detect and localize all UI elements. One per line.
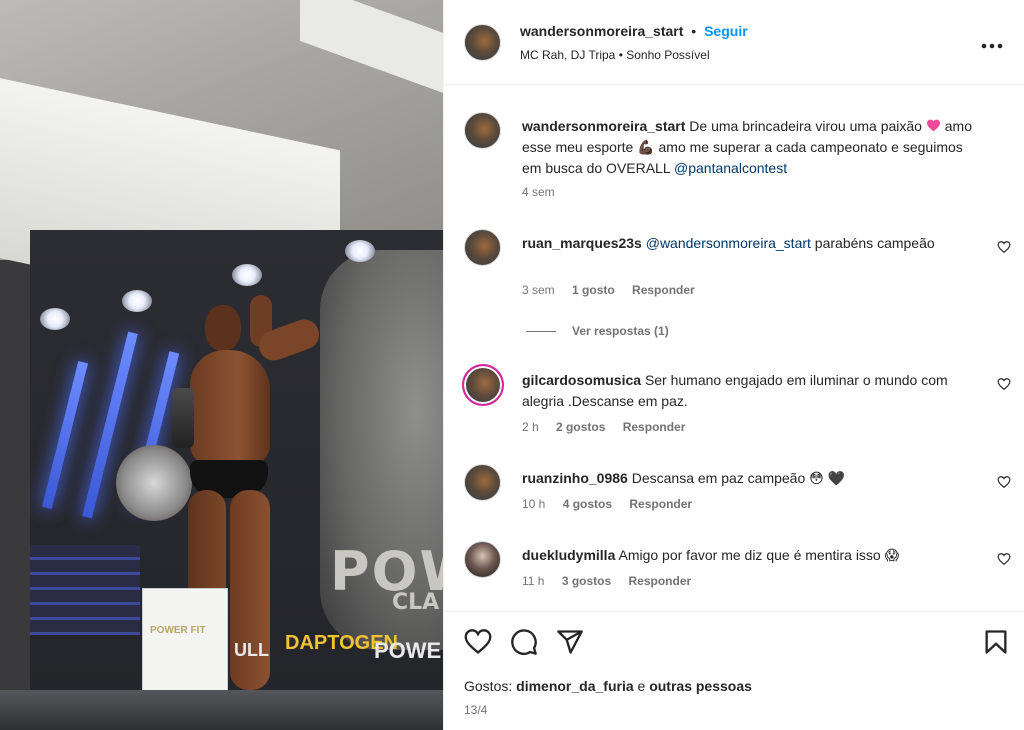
likes-prefix: Gostos: bbox=[464, 678, 513, 694]
comments-list[interactable]: wandersonmoreira_start De uma brincadeir… bbox=[444, 86, 1024, 611]
stage-spotlight bbox=[345, 240, 375, 262]
comment-username[interactable]: gilcardosomusica bbox=[522, 372, 641, 388]
avatar[interactable] bbox=[464, 464, 501, 501]
comment-time[interactable]: 10 h bbox=[522, 497, 545, 511]
post-actions: Gostos: dimenor_da_furia e outras pessoa… bbox=[444, 611, 1024, 730]
separator-dot: • bbox=[691, 23, 697, 39]
view-replies-label: Ver respostas (1) bbox=[572, 324, 669, 338]
sponsor-text: POWE bbox=[374, 638, 442, 663]
stage-spotlight bbox=[232, 264, 262, 286]
avatar[interactable] bbox=[464, 24, 501, 61]
more-dots-icon[interactable] bbox=[981, 32, 1003, 55]
post-header: wandersonmoreira_start • Seguir MC Rah, … bbox=[444, 0, 1024, 85]
comment-like-heart-icon[interactable] bbox=[997, 240, 1011, 254]
sponsor-text: ULL bbox=[234, 640, 269, 660]
comment-text: ruan_marques23s @wandersonmoreira_start … bbox=[522, 233, 982, 254]
comment-meta: 2 h 2 gostos Responder bbox=[522, 420, 699, 434]
comment-username[interactable]: ruanzinho_0986 bbox=[522, 470, 628, 486]
comment-text: ruanzinho_0986 Descansa em paz campeão 😳… bbox=[522, 468, 982, 489]
author-username[interactable]: wandersonmoreira_start bbox=[520, 23, 683, 39]
comment-text: gilcardosomusica Ser humano engajado em … bbox=[522, 370, 982, 412]
liked-by-username[interactable]: dimenor_da_furia bbox=[516, 678, 633, 694]
heart-outline-icon[interactable] bbox=[464, 628, 492, 656]
comment-text: duekludymilla Amigo por favor me diz que… bbox=[522, 545, 982, 566]
reply-button[interactable]: Responder bbox=[623, 420, 686, 434]
reply-button[interactable]: Responder bbox=[632, 283, 695, 297]
avatar[interactable] bbox=[464, 541, 501, 578]
comment-body: parabéns campeão bbox=[814, 235, 935, 251]
comment-like-count[interactable]: 1 gosto bbox=[572, 283, 615, 297]
avatar[interactable] bbox=[464, 112, 501, 149]
caption-text: wandersonmoreira_start De uma brincadeir… bbox=[522, 116, 982, 179]
post-detail-panel: wandersonmoreira_start • Seguir MC Rah, … bbox=[443, 0, 1024, 730]
likes-and: e bbox=[637, 678, 646, 694]
gift-bag bbox=[142, 588, 228, 698]
comment-body: Descansa em paz campeão 😳 🖤 bbox=[631, 470, 846, 486]
post-date[interactable]: 13/4 bbox=[464, 703, 487, 717]
reply-button[interactable]: Responder bbox=[629, 497, 692, 511]
bag-brand-text: POWER FIT bbox=[150, 625, 206, 636]
comment-like-heart-icon[interactable] bbox=[997, 377, 1011, 391]
comment-time[interactable]: 3 sem bbox=[522, 283, 555, 297]
stage-spotlight bbox=[40, 308, 70, 330]
stage-stairs bbox=[30, 545, 140, 635]
pink-heart-icon bbox=[926, 119, 940, 132]
comment-bubble-icon[interactable] bbox=[510, 628, 538, 656]
avatar[interactable] bbox=[462, 364, 504, 406]
comment-meta: 3 sem 1 gosto Responder bbox=[522, 283, 709, 297]
backdrop-sub-text: CLA bbox=[392, 590, 440, 615]
caption-username[interactable]: wandersonmoreira_start bbox=[522, 118, 685, 134]
reply-button[interactable]: Responder bbox=[629, 574, 692, 588]
stage-floor bbox=[0, 690, 443, 730]
stage-spotlight bbox=[122, 290, 152, 312]
trophy bbox=[172, 388, 194, 448]
comment-username[interactable]: ruan_marques23s bbox=[522, 235, 642, 251]
comment-time[interactable]: 11 h bbox=[522, 574, 544, 588]
likes-others-link[interactable]: outras pessoas bbox=[649, 678, 752, 694]
caption-time[interactable]: 4 sem bbox=[522, 185, 555, 199]
comment-like-count[interactable]: 2 gostos bbox=[556, 420, 605, 434]
likes-summary: Gostos: dimenor_da_furia e outras pessoa… bbox=[464, 678, 752, 694]
comment-mention[interactable]: @wandersonmoreira_start bbox=[646, 235, 811, 251]
comment-meta: 11 h 3 gostos Responder bbox=[522, 574, 705, 588]
caption-meta: 4 sem bbox=[522, 185, 569, 199]
bookmark-icon[interactable] bbox=[982, 628, 1010, 656]
comment-meta: 10 h 4 gostos Responder bbox=[522, 497, 706, 511]
comment-like-count[interactable]: 3 gostos bbox=[562, 574, 611, 588]
post-image[interactable]: POW CLA POWER FIT ULL DAPTOGEN POWE bbox=[0, 0, 443, 730]
follow-button[interactable]: Seguir bbox=[704, 23, 748, 39]
athlete-head bbox=[205, 305, 241, 351]
paper-plane-icon[interactable] bbox=[556, 628, 584, 656]
caption-body-part1: De uma brincadeira virou uma paixão bbox=[689, 118, 922, 134]
comment-like-heart-icon[interactable] bbox=[997, 552, 1011, 566]
athlete-torso bbox=[190, 350, 270, 465]
comment-like-heart-icon[interactable] bbox=[997, 475, 1011, 489]
avatar[interactable] bbox=[464, 229, 501, 266]
comment-body: Amigo por favor me diz que é mentira iss… bbox=[618, 547, 900, 563]
audio-label[interactable]: MC Rah, DJ Tripa • Sonho Possível bbox=[520, 48, 710, 62]
comment-like-count[interactable]: 4 gostos bbox=[563, 497, 612, 511]
comment-time[interactable]: 2 h bbox=[522, 420, 539, 434]
header-line: wandersonmoreira_start • Seguir bbox=[520, 23, 748, 39]
replies-divider-line bbox=[526, 331, 556, 333]
comment-username[interactable]: duekludymilla bbox=[522, 547, 615, 563]
view-replies-button[interactable]: Ver respostas (1) bbox=[526, 324, 669, 338]
caption-mention[interactable]: @pantanalcontest bbox=[674, 160, 787, 176]
